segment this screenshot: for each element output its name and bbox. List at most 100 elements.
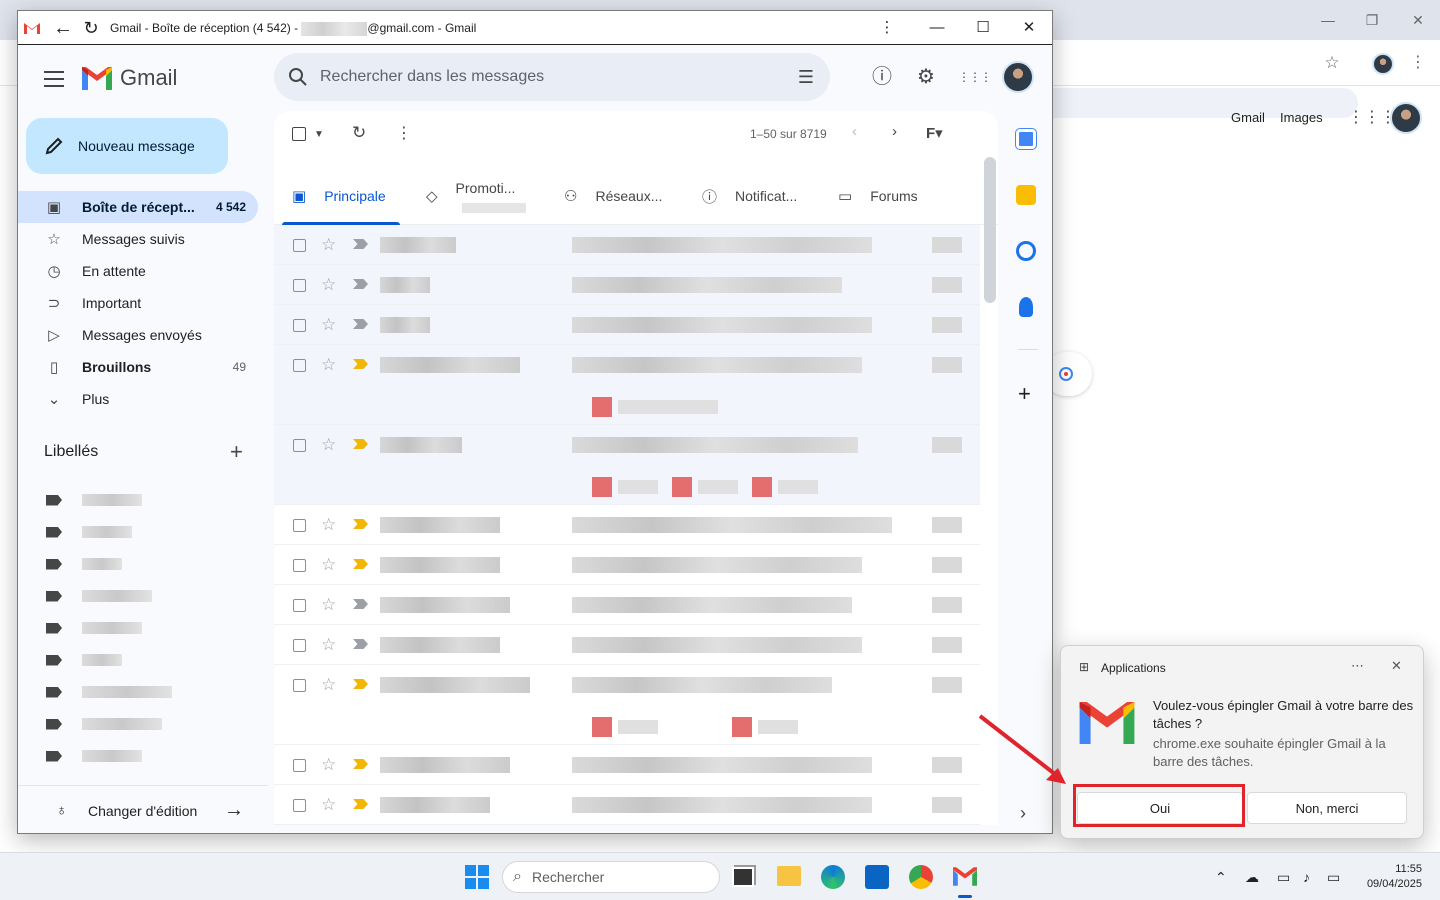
star-icon[interactable]: ☆ (321, 555, 336, 575)
close-icon[interactable]: ✕ (1408, 10, 1428, 30)
important-marker-icon[interactable] (353, 599, 368, 609)
main-menu-icon[interactable] (44, 71, 64, 87)
email-checkbox[interactable] (293, 359, 306, 372)
email-row[interactable]: ☆ (274, 225, 980, 265)
important-marker-icon[interactable] (353, 759, 368, 769)
email-checkbox[interactable] (293, 519, 306, 532)
email-row[interactable]: ☆ (274, 545, 980, 585)
label-item[interactable] (46, 557, 122, 571)
star-icon[interactable]: ☆ (321, 315, 336, 335)
email-checkbox[interactable] (293, 639, 306, 652)
non-merci-button[interactable]: Non, merci (1247, 792, 1407, 824)
add-label-icon[interactable]: + (230, 439, 243, 465)
label-item[interactable] (46, 621, 142, 635)
email-checkbox[interactable] (293, 799, 306, 812)
email-checkbox[interactable] (293, 279, 306, 292)
browser-profile-avatar[interactable] (1372, 53, 1394, 75)
window-menu-icon[interactable]: ⋮ (876, 18, 898, 38)
email-row[interactable]: ☆ (274, 345, 980, 425)
important-marker-icon[interactable] (353, 319, 368, 329)
attachment-chip[interactable] (592, 477, 658, 497)
next-page-icon[interactable]: › (892, 123, 897, 140)
important-marker-icon[interactable] (353, 639, 368, 649)
important-marker-icon[interactable] (353, 679, 368, 689)
nav-item-snoozed[interactable]: ◷ En attente (18, 255, 258, 287)
apps-grid-icon[interactable]: ⋮⋮⋮ (958, 65, 992, 89)
help-icon[interactable]: ⓘ (870, 65, 894, 89)
keep-icon[interactable] (1016, 185, 1036, 205)
email-row[interactable]: ☆ (274, 625, 980, 665)
email-checkbox[interactable] (293, 239, 306, 252)
google-apps-icon[interactable]: ⋮⋮⋮ (1348, 108, 1396, 128)
reload-icon[interactable]: ↻ (80, 18, 102, 38)
label-item[interactable] (46, 653, 122, 667)
select-all-checkbox[interactable] (292, 127, 306, 141)
restore-icon[interactable]: ❐ (1362, 10, 1382, 30)
change-edition-button[interactable]: ♁ Changer d'édition → (18, 785, 268, 833)
google-account-avatar[interactable] (1390, 102, 1422, 134)
prev-page-icon[interactable]: ‹ (852, 123, 857, 140)
minimize-icon[interactable]: — (926, 18, 948, 38)
more-options-icon[interactable]: ⋮ (396, 123, 412, 143)
attachment-chip[interactable] (592, 717, 658, 737)
label-item[interactable] (46, 717, 162, 731)
label-item[interactable] (46, 493, 142, 507)
attachment-chip[interactable] (672, 477, 738, 497)
search-input[interactable] (320, 68, 750, 86)
email-checkbox[interactable] (293, 319, 306, 332)
refresh-icon[interactable]: ↻ (352, 123, 366, 143)
google-images-link[interactable]: Images (1280, 110, 1323, 125)
windows-start-icon[interactable] (465, 865, 489, 889)
star-icon[interactable]: ☆ (321, 435, 336, 455)
tab-forums[interactable]: ▭ Forums (838, 167, 948, 225)
important-marker-icon[interactable] (353, 799, 368, 809)
star-icon[interactable]: ☆ (321, 515, 336, 535)
chrome-icon[interactable] (909, 865, 933, 889)
compose-button[interactable]: Nouveau message (26, 118, 228, 174)
back-arrow-icon[interactable]: ← (52, 18, 74, 38)
battery-icon[interactable]: ▭ (1327, 869, 1340, 886)
select-dropdown-icon[interactable]: ▼ (314, 129, 324, 140)
outlook-icon[interactable] (865, 865, 889, 889)
important-marker-icon[interactable] (353, 279, 368, 289)
email-checkbox[interactable] (293, 439, 306, 452)
maximize-icon[interactable]: ☐ (972, 18, 994, 38)
contacts-icon[interactable] (1019, 297, 1033, 317)
expand-panel-icon[interactable]: › (1020, 803, 1026, 824)
important-marker-icon[interactable] (353, 439, 368, 449)
nav-item-inbox[interactable]: ▣ Boîte de récept... 4 542 (18, 191, 258, 223)
nav-item-more[interactable]: ⌄ Plus (18, 383, 258, 415)
gmail-logo[interactable]: Gmail (82, 65, 177, 91)
email-checkbox[interactable] (293, 679, 306, 692)
star-icon[interactable]: ☆ (321, 635, 336, 655)
tab-notifications[interactable]: ⓘ Notificat... (702, 167, 822, 225)
star-icon[interactable]: ☆ (321, 595, 336, 615)
task-view-icon[interactable] (732, 867, 754, 887)
attachment-chip[interactable] (592, 397, 718, 417)
important-marker-icon[interactable] (353, 519, 368, 529)
email-row[interactable]: ☆ (274, 785, 980, 825)
tasks-icon[interactable] (1016, 241, 1036, 261)
browser-menu-icon[interactable]: ⋮ (1408, 53, 1428, 73)
email-checkbox[interactable] (293, 759, 306, 772)
toast-more-icon[interactable]: ⋯ (1351, 658, 1364, 674)
edge-icon[interactable] (821, 865, 845, 889)
display-icon[interactable]: ▭ (1277, 869, 1290, 886)
star-icon[interactable]: ☆ (321, 355, 336, 375)
nav-item-sent[interactable]: ▷ Messages envoyés (18, 319, 258, 351)
tab-principale[interactable]: ▣ Principale (282, 167, 400, 225)
label-item[interactable] (46, 749, 142, 763)
taskbar-search[interactable]: ⌕ Rechercher (502, 861, 720, 893)
attachment-chip[interactable] (732, 717, 798, 737)
nav-item-important[interactable]: ⊃ Important (18, 287, 258, 319)
search-bar[interactable]: ☰ (274, 53, 830, 101)
email-row[interactable]: ☆ (274, 305, 980, 345)
email-row[interactable]: ☆ (274, 265, 980, 305)
volume-icon[interactable]: ♪ (1303, 869, 1310, 885)
email-row[interactable]: ☆ (274, 505, 980, 545)
star-icon[interactable]: ☆ (321, 755, 336, 775)
email-checkbox[interactable] (293, 599, 306, 612)
close-icon[interactable]: ✕ (1018, 18, 1040, 38)
bookmark-star-icon[interactable]: ☆ (1322, 53, 1342, 73)
toast-close-icon[interactable]: ✕ (1391, 658, 1402, 674)
